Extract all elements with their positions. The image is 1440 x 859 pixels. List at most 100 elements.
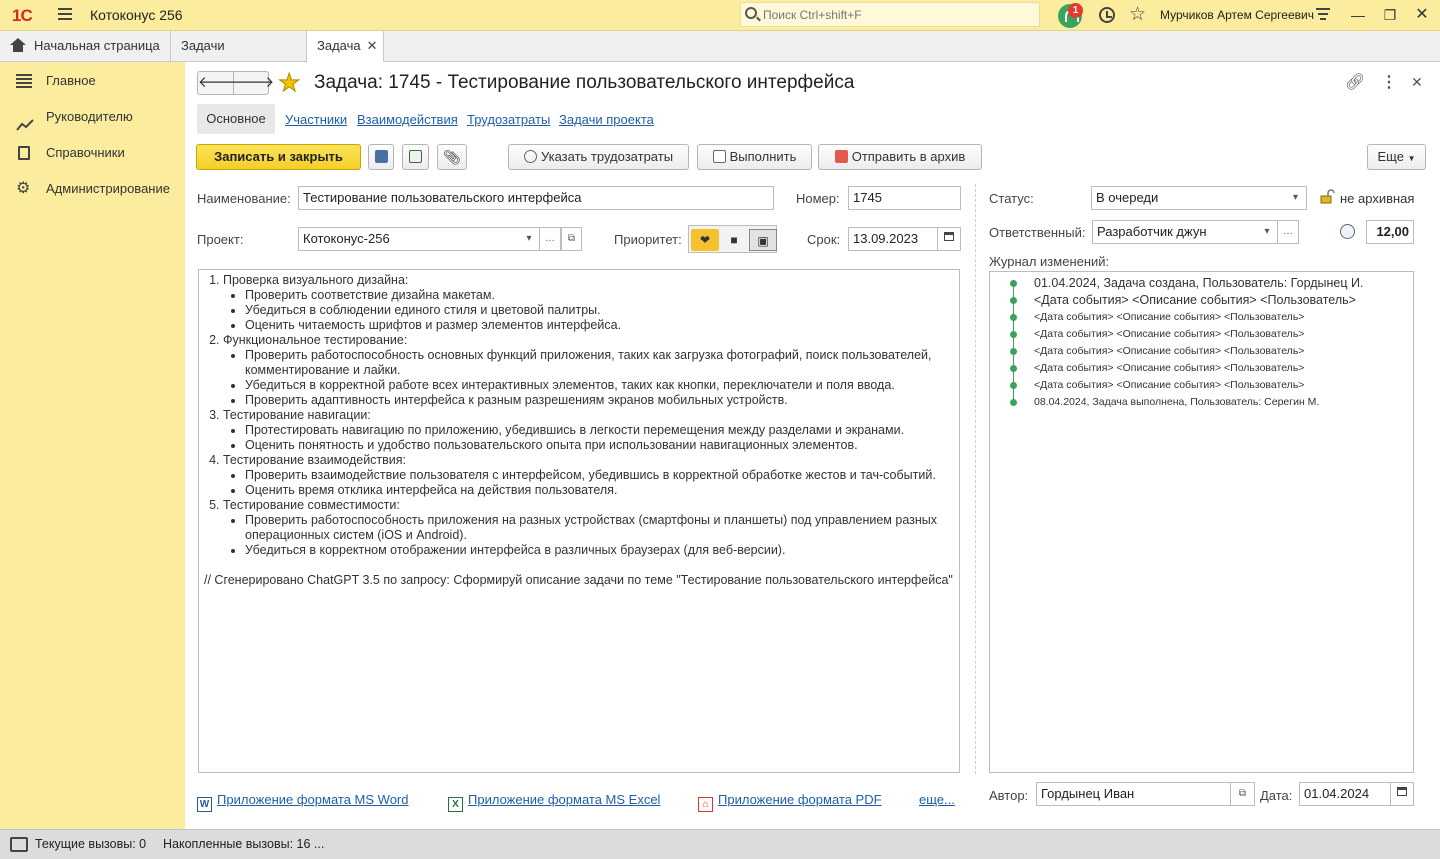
minimize-icon[interactable]: — [1348, 5, 1368, 25]
timeline-dot-icon [1010, 297, 1017, 304]
app-title: Котоконус 256 [90, 7, 183, 23]
subtab-labor[interactable]: Трудозатраты [467, 112, 550, 127]
main-menu-icon[interactable] [58, 8, 72, 20]
number-field[interactable]: 1745 [848, 186, 961, 210]
section-title: Тестирование взаимодействия: [223, 453, 407, 467]
tab-home[interactable]: Начальная страница [0, 31, 171, 62]
description-editor[interactable]: Проверка визуального дизайна: Проверить … [198, 269, 960, 773]
subtab-interactions[interactable]: Взаимодействия [357, 112, 458, 127]
status-field[interactable]: В очереди [1091, 186, 1307, 210]
windows-icon[interactable] [10, 837, 28, 852]
labor-button[interactable]: Указать трудозатраты [508, 144, 689, 170]
priority-low-icon[interactable]: ❤ [691, 229, 719, 251]
close-window-icon[interactable]: ✕ [1412, 5, 1432, 25]
journal-entry-text: <Дата события> <Описание события> <Польз… [1034, 379, 1305, 391]
settings-menu-icon[interactable] [1316, 8, 1330, 22]
attach-button[interactable]: 📎︎ [437, 144, 467, 170]
sidebar-item-label: Руководителю [46, 109, 133, 124]
panel-divider[interactable] [975, 184, 976, 774]
word-icon: W [197, 797, 212, 812]
responsible-select-button[interactable]: … [1278, 220, 1299, 244]
list-item: Оценить читаемость шрифтов и размер элем… [245, 318, 953, 333]
journal-entry: <Дата события> <Описание события> <Польз… [990, 377, 1413, 394]
project-open-icon[interactable]: ⧉ [561, 227, 582, 251]
copy-button[interactable] [402, 144, 429, 170]
back-arrow-icon[interactable]: 🡐 [198, 72, 238, 94]
button-label: Еще [1377, 149, 1404, 164]
calendar-icon[interactable] [937, 227, 961, 251]
sidebar-item-manager[interactable]: Руководителю [0, 99, 185, 135]
subtab-main[interactable]: Основное [197, 104, 275, 134]
sidebar-item-label: Администрирование [46, 181, 170, 196]
close-form-icon[interactable]: ✕ [1411, 74, 1423, 91]
author-field[interactable]: Гордынец Иван [1036, 782, 1255, 806]
forward-arrow-icon[interactable]: 🡒 [234, 72, 274, 94]
responsible-label: Ответственный: [989, 225, 1086, 240]
tab-task[interactable]: Задача ✕ [307, 31, 384, 63]
list-item: Проверить соответствие дизайна макетам. [245, 288, 953, 303]
status-dropdown-icon[interactable]: ▾ [1285, 186, 1307, 210]
tab-bar: Начальная страница Задачи проектов✕ Зада… [0, 31, 1440, 83]
close-tab-icon[interactable]: ✕ [367, 38, 378, 53]
search-box[interactable] [740, 2, 1040, 27]
search-input[interactable] [763, 6, 1033, 24]
author-open-icon[interactable]: ⧉ [1230, 782, 1255, 806]
clock-icon [1340, 224, 1355, 239]
pdf-icon: ⌂ [698, 797, 713, 812]
archive-button[interactable]: Отправить в архив [818, 144, 982, 170]
list-item: Протестировать навигацию по приложению, … [245, 423, 953, 438]
description-section: Тестирование взаимодействия: Проверить в… [223, 453, 953, 498]
attachments-more-link[interactable]: еще... [919, 792, 955, 807]
unlocked-lock-icon [1319, 188, 1335, 204]
book-icon [18, 146, 30, 160]
journal-entry-text: 08.04.2024, Задача выполнена, Пользовате… [1034, 396, 1320, 408]
change-journal[interactable]: 01.04.2024, Задача создана, Пользователь… [989, 271, 1414, 773]
gear-icon: ⚙ [16, 180, 31, 197]
project-select-button[interactable]: … [540, 227, 561, 251]
sidebar-item-main[interactable]: Главное [0, 63, 185, 99]
attachment-pdf-link[interactable]: ⌂ Приложение формата PDF [698, 792, 882, 812]
more-vertical-icon[interactable]: ⋮ [1381, 72, 1397, 92]
name-field[interactable]: Тестирование пользовательского интерфейс… [298, 186, 774, 210]
list-item: Убедиться в корректном отображении интер… [245, 543, 953, 558]
attachment-word-link[interactable]: W Приложение формата MS Word [197, 792, 408, 812]
number-label: Номер: [796, 191, 840, 206]
favorite-star-icon[interactable]: ★ [277, 68, 300, 98]
more-button[interactable]: Еще ▼ [1367, 144, 1426, 170]
sidebar-item-admin[interactable]: ⚙ Администрирование [0, 171, 185, 207]
subtab-participants[interactable]: Участники [285, 112, 347, 127]
tab-project-tasks[interactable]: Задачи проектов✕ [171, 31, 307, 83]
priority-medium-icon[interactable]: ■ [720, 229, 748, 251]
sidebar-item-references[interactable]: Справочники [0, 135, 185, 171]
current-calls: Текущие вызовы: 0 [35, 837, 147, 851]
subtab-project-tasks[interactable]: Задачи проекта [559, 112, 654, 127]
checklist-icon [712, 150, 726, 163]
timeline-dot-icon [1010, 348, 1017, 355]
restore-icon[interactable]: ❐ [1380, 5, 1400, 25]
user-name[interactable]: Мурчиков Артем Сергеевич [1160, 8, 1314, 22]
description-section: Проверка визуального дизайна: Проверить … [223, 273, 953, 333]
responsible-dropdown-icon[interactable]: ▾ [1257, 220, 1278, 244]
favorites-star-icon[interactable]: ☆ [1129, 3, 1146, 26]
save-button[interactable] [368, 144, 394, 170]
name-label: Наименование: [197, 191, 291, 206]
nav-buttons: 🡐 🡒 [197, 71, 274, 95]
save-close-button[interactable]: Записать и закрыть [196, 144, 361, 170]
hours-field[interactable]: 12,00 [1366, 220, 1414, 244]
link-icon[interactable]: 🔗︎ [1345, 72, 1365, 92]
calendar-icon[interactable] [1390, 782, 1414, 806]
execute-button[interactable]: Выполнить [697, 144, 812, 170]
responsible-field[interactable]: Разработчик джун [1092, 220, 1278, 244]
description-section: Функциональное тестирование: Проверить р… [223, 333, 953, 408]
list-item: Проверить работоспособность приложения н… [245, 513, 953, 543]
project-dropdown-icon[interactable]: ▾ [519, 227, 540, 251]
history-icon[interactable] [1099, 7, 1115, 23]
attachment-excel-link[interactable]: X Приложение формата MS Excel [448, 792, 660, 812]
clock-icon [523, 150, 537, 163]
priority-high-icon[interactable]: ▣ [749, 229, 777, 251]
project-field[interactable]: Котоконус-256 [298, 227, 540, 251]
archive-state: не архивная [1340, 191, 1415, 206]
journal-entry-text: <Дата события> <Описание события> <Польз… [1034, 362, 1305, 374]
journal-entry: <Дата события> <Описание события> <Польз… [990, 343, 1413, 360]
accumulated-calls[interactable]: Накопленные вызовы: 16 ... [163, 837, 324, 851]
